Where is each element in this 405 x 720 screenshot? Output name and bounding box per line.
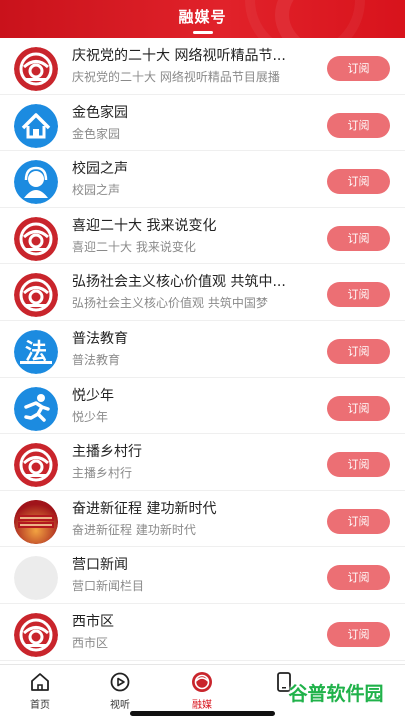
tab-media[interactable]: 融媒: [172, 671, 232, 711]
subscribe-button[interactable]: 订阅: [327, 112, 390, 138]
list-item[interactable]: 法 普法教育 普法教育 订阅: [0, 321, 405, 378]
channel-name: 弘扬社会主义核心价值观 共筑中...: [72, 274, 286, 291]
channel-name: 奋进新征程 建功新时代: [72, 500, 217, 517]
channel-desc: 弘扬社会主义核心价值观 共筑中国梦: [72, 296, 268, 311]
red-emblem-icon: [14, 47, 58, 91]
running-person-icon: [14, 386, 58, 431]
channel-name: 营口新闻: [72, 557, 128, 574]
channel-name: 庆祝党的二十大 网络视听精品节...: [72, 48, 286, 64]
channel-desc: 奋进新征程 建功新时代: [72, 522, 196, 537]
play-icon: [110, 672, 130, 692]
subscribe-button[interactable]: 订阅: [327, 56, 390, 81]
channel-desc: 金色家园: [72, 126, 121, 141]
red-emblem-icon: [14, 443, 58, 488]
law-char-icon: 法: [14, 329, 58, 374]
page-title: 融媒号: [178, 8, 227, 26]
channel-list: 庆祝党的二十大 网络视听精品节... 庆祝党的二十大 网络视听精品节目展播 订阅…: [0, 38, 405, 661]
subscribe-button[interactable]: 订阅: [327, 282, 390, 308]
home-indicator: [130, 711, 275, 716]
channel-name: 悦少年: [72, 387, 114, 404]
red-emblem-icon: [14, 216, 58, 261]
red-emblem-icon: [14, 273, 58, 318]
channel-desc: 西市区: [72, 635, 109, 650]
subscribe-button[interactable]: 订阅: [327, 169, 390, 195]
channel-name: 金色家园: [72, 104, 128, 121]
subscribe-button[interactable]: 订阅: [327, 395, 390, 421]
list-item[interactable]: 主播乡村行 主播乡村行 订阅: [0, 434, 405, 491]
channel-desc: 普法教育: [72, 352, 121, 367]
list-item[interactable]: 西市区 西市区 订阅: [0, 604, 405, 661]
house-icon: [14, 103, 58, 148]
svg-text:法: 法: [25, 340, 47, 365]
tab-label: 视听: [110, 700, 130, 711]
channel-desc: 庆祝党的二十大 网络视听精品节目展播: [72, 70, 280, 84]
subscribe-button[interactable]: 订阅: [327, 508, 390, 534]
red-emblem-icon: [14, 612, 58, 657]
top-header: 融媒号: [0, 0, 405, 38]
list-item[interactable]: 弘扬社会主义核心价值观 共筑中... 弘扬社会主义核心价值观 共筑中国梦 订阅: [0, 264, 405, 321]
poster-icon: [14, 499, 58, 544]
tab-label: 首页: [30, 700, 50, 711]
subscribe-button[interactable]: 订阅: [327, 621, 390, 647]
subscribe-button[interactable]: 订阅: [327, 452, 390, 478]
channel-name: 校园之声: [72, 161, 128, 178]
subscribe-button[interactable]: 订阅: [327, 338, 390, 364]
channel-name: 主播乡村行: [72, 444, 142, 461]
home-icon: [31, 673, 49, 691]
media-icon: [192, 672, 212, 692]
placeholder-icon: [14, 556, 58, 601]
tab-home[interactable]: 首页: [10, 671, 70, 711]
channel-desc: 悦少年: [72, 409, 109, 424]
list-item[interactable]: 喜迎二十大 我来说变化 喜迎二十大 我来说变化 订阅: [0, 208, 405, 265]
list-item[interactable]: 悦少年 悦少年 订阅: [0, 378, 405, 435]
list-item[interactable]: 庆祝党的二十大 网络视听精品节... 庆祝党的二十大 网络视听精品节目展播 订阅: [0, 38, 405, 95]
channel-desc: 校园之声: [72, 183, 121, 198]
tab-label: 融媒: [192, 700, 212, 711]
headset-person-icon: [14, 160, 58, 205]
channel-name: 喜迎二十大 我来说变化: [72, 217, 217, 234]
channel-desc: 喜迎二十大 我来说变化: [72, 239, 196, 254]
subscribe-button[interactable]: 订阅: [327, 225, 390, 251]
list-item[interactable]: 校园之声 校园之声 订阅: [0, 151, 405, 208]
list-item[interactable]: 金色家园 金色家园 订阅: [0, 95, 405, 152]
channel-name: 普法教育: [72, 330, 128, 347]
watermark: 谷普软件园: [288, 683, 384, 705]
channel-desc: 营口新闻栏目: [72, 579, 145, 594]
list-item[interactable]: 营口新闻 营口新闻栏目 订阅: [0, 547, 405, 604]
active-tab-indicator: [193, 31, 213, 34]
channel-desc: 主播乡村行: [72, 466, 133, 481]
list-item[interactable]: 奋进新征程 建功新时代 奋进新征程 建功新时代 订阅: [0, 491, 405, 548]
subscribe-button[interactable]: 订阅: [327, 565, 390, 591]
channel-name: 西市区: [72, 613, 114, 630]
tab-audio-video[interactable]: 视听: [90, 671, 150, 711]
